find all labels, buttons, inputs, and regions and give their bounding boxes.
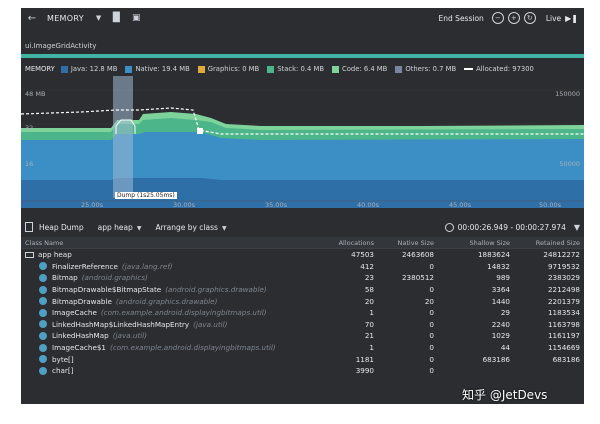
legend-item-code: Code: 6.4 MB [331,65,387,73]
x-tick: 35.00s [265,201,287,209]
clock-icon [444,222,454,232]
y-tick-left: 32 [25,124,34,132]
filter-icon[interactable]: ▼ [574,223,580,232]
class-icon [39,366,47,375]
y-tick-left: 48 MB [25,90,46,98]
legend-item-others: Others: 0.7 MB [395,65,456,73]
table-row[interactable]: FinalizerReference (java.lang.ref) 412 0 … [21,261,584,273]
legend-item-graphics: Graphics: 0 MB [197,65,259,73]
class-icon [39,297,47,306]
heap-dump-toolbar: Heap Dump app heap ▼ Arrange by class ▼ 00… [21,220,584,234]
reset-zoom-icon[interactable]: ↻ [523,12,536,24]
gc-event-marker[interactable] [197,128,203,134]
profiler-window: ← MEMORY ▼ █ ▣ End Session − + ↻ Live ▶❚… [21,8,584,404]
table-row-root[interactable]: app heap 47503 2463608 1883624 24812272 [21,249,584,261]
table-row[interactable]: byte[] 1181 0 683186 683186 [21,353,584,365]
end-session-button[interactable]: End Session [439,14,484,23]
class-icon [39,331,47,340]
table-row[interactable]: BitmapDrawable (android.graphics.drawable… [21,295,584,307]
folder-icon [25,251,34,258]
col-native-size[interactable]: Native Size [378,239,438,247]
arrange-select[interactable]: Arrange by class ▼ [155,223,226,232]
live-button[interactable]: Live [546,14,561,23]
legend-item-java: Java: 12.8 MB [60,65,117,73]
back-arrow-icon[interactable]: ← [25,13,39,24]
legend-swatch [60,65,68,73]
heap-dump-range[interactable] [113,76,133,198]
watermark: 知乎 @JetDevs [462,388,548,402]
chevron-down-icon: ▼ [221,224,227,232]
memory-chart[interactable]: Dump (1s25.05ms) 48 MB 32 16 150000 5000… [21,62,584,209]
class-table: app heap 47503 2463608 1883624 24812272 … [21,249,584,377]
y-tick-right: 150000 [555,90,580,98]
class-icon [39,320,47,329]
table-header: Class Name Allocations Native Size Shall… [21,237,584,249]
chevron-down-icon[interactable]: ▼ [96,14,101,22]
table-row[interactable]: Bitmap (android.graphics) 23 2380512 989 … [21,272,584,284]
x-tick: 50.00s [539,201,561,209]
legend-item-allocated: Allocated: 97300 [464,65,534,73]
class-icon [39,273,47,282]
java-area [21,178,584,208]
y-tick-left: 16 [25,160,34,168]
legend-swatch [197,65,205,73]
class-icon [39,355,47,364]
legend-item-native: Native: 19.4 MB [125,65,190,73]
legend-title: MEMORY [25,65,55,73]
memory-chart-svg [21,76,584,208]
class-icon [39,308,47,317]
col-class-name[interactable]: Class Name [21,239,321,247]
table-row[interactable]: ImageCache$1 (com.example.android.display… [21,342,584,354]
legend-swatch [331,65,339,73]
x-tick: 40.00s [357,201,379,209]
zoom-in-icon[interactable]: + [507,12,520,24]
class-icon [39,343,47,352]
table-row[interactable]: char[] 3990 0 [21,365,584,377]
chevron-down-icon: ▼ [136,224,142,232]
table-row[interactable]: BitmapDrawable$BitmapState (android.graph… [21,284,584,296]
col-retained-size[interactable]: Retained Size [514,239,584,247]
play-pause-icon[interactable]: ▶❚ [565,14,578,23]
heap-dump-icon [25,222,33,232]
time-range: 00:00:26.949 - 00:00:27.974 [457,222,566,232]
class-icon [39,262,47,271]
table-row[interactable]: LinkedHashMap (java.util) 21 0 1029 11611… [21,330,584,342]
legend-swatch [395,65,403,73]
activity-timeline-bar [21,54,584,58]
col-allocations[interactable]: Allocations [321,239,378,247]
memory-legend: MEMORY Java: 12.8 MB Native: 19.4 MB Gra… [25,65,584,73]
dump-label: Dump (1s25.05ms) [115,192,177,199]
profiler-toolbar: ← MEMORY ▼ █ ▣ End Session − + ↻ Live ▶❚ [21,8,584,28]
col-shallow-size[interactable]: Shallow Size [438,239,514,247]
heap-dump-title: Heap Dump [39,222,84,232]
legend-swatch [267,65,275,73]
class-icon [39,285,47,294]
legend-item-stack: Stack: 0.4 MB [267,65,324,73]
zoom-out-icon[interactable]: − [491,12,504,24]
y-tick-right: 50000 [559,160,580,168]
trash-icon[interactable]: █ [111,13,121,23]
heap-select[interactable]: app heap ▼ [98,223,142,232]
profiler-title: MEMORY [47,13,84,23]
legend-swatch [464,68,474,70]
x-tick: 45.00s [449,201,471,209]
capture-heap-dump-icon[interactable]: ▣ [131,13,141,23]
table-row[interactable]: ImageCache (com.example.android.displayin… [21,307,584,319]
x-tick: 25.00s [81,201,103,209]
activity-label: ui.ImageGridActivity [25,42,97,50]
x-tick: 30.00s [173,201,195,209]
legend-swatch [125,65,133,73]
table-row[interactable]: LinkedHashMap$LinkedHashMapEntry (java.ut… [21,319,584,331]
